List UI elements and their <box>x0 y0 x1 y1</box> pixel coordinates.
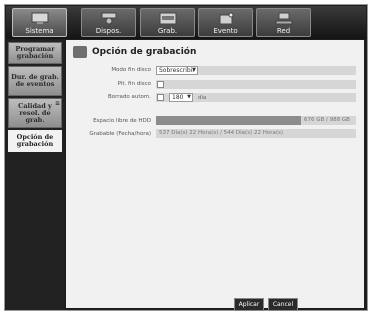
tab-sistema[interactable]: Sistema <box>12 8 67 37</box>
camera-icon <box>101 12 116 25</box>
pit-fin-disco-checkbox[interactable] <box>157 81 164 88</box>
espacio-libre-value: 676 GB / 988 GB <box>304 117 350 123</box>
sidebar: Programar grabación Dur. de grab. de eve… <box>6 40 64 310</box>
tab-label: Dispos. <box>95 27 122 35</box>
sidebar-item-label: Calidad y resol. de grab. <box>18 101 52 124</box>
top-tab-bar: Sistema Dispos. Grab. Evento Red <box>6 6 366 39</box>
tab-dispos[interactable]: Dispos. <box>81 8 136 37</box>
tab-label: Sistema <box>25 27 54 35</box>
grabable-label: Grabable (Fecha/hora) <box>89 131 151 137</box>
monitor-icon <box>31 12 48 24</box>
pit-fin-disco-row <box>156 80 356 89</box>
tab-label: Evento <box>213 27 238 35</box>
modo-fin-disco-value: Sobrescribir <box>159 67 195 74</box>
dvr-window: Sistema Dispos. Grab. Evento Red Program… <box>4 4 368 311</box>
chevron-down-icon: ▼ <box>192 67 196 73</box>
pit-fin-disco-label: Pit. fin disco <box>117 81 151 87</box>
sidebar-item-calidad-resol[interactable]: ≡ Calidad y resol. de grab. <box>8 98 62 128</box>
borrado-autom-value: 180 <box>172 94 184 101</box>
borrado-autom-unit: día <box>198 95 207 101</box>
espacio-libre-label: Espacio libre de HDD <box>93 118 151 124</box>
tab-label: Red <box>276 27 291 35</box>
recorder-icon <box>159 12 176 25</box>
network-icon <box>275 12 292 25</box>
cancel-button[interactable]: Cancel <box>268 298 298 311</box>
page-title: Opción de grabación <box>92 47 197 57</box>
sidebar-item-dur-grab-eventos[interactable]: Dur. de grab. de eventos <box>8 66 62 96</box>
main-panel: Opción de grabación Modo fin disco Sobre… <box>66 40 364 311</box>
chevron-down-icon: ▼ <box>187 94 191 100</box>
sidebar-item-label: Programar grabación <box>15 45 55 60</box>
tab-grab[interactable]: Grab. <box>140 8 195 37</box>
expand-icon: ≡ <box>54 100 60 107</box>
sidebar-item-opcion-grabacion[interactable]: Opción de grabación <box>8 130 62 152</box>
borrado-autom-select[interactable]: 180 ▼ <box>169 93 193 102</box>
sidebar-item-label: Opción de grabación <box>16 133 54 148</box>
alarm-icon <box>219 12 233 25</box>
sidebar-item-programar-grabacion[interactable]: Programar grabación <box>8 42 62 64</box>
tab-evento[interactable]: Evento <box>198 8 253 37</box>
sidebar-item-label: Dur. de grab. de eventos <box>11 73 59 88</box>
borrado-autom-checkbox[interactable] <box>157 94 164 101</box>
grabable-value: 537 Día(s) 22 Hora(s) / 544 Día(s) 22 Ho… <box>159 130 283 136</box>
borrado-autom-label: Borrado autom. <box>107 94 151 100</box>
tab-label: Grab. <box>157 27 178 35</box>
tab-red[interactable]: Red <box>256 8 311 37</box>
modo-fin-disco-label: Modo fin disco <box>111 67 151 73</box>
recording-option-icon <box>73 46 87 58</box>
hdd-usage-bar <box>156 116 301 125</box>
modo-fin-disco-select[interactable]: Sobrescribir ▼ <box>156 66 198 75</box>
apply-button[interactable]: Aplicar <box>234 298 264 311</box>
